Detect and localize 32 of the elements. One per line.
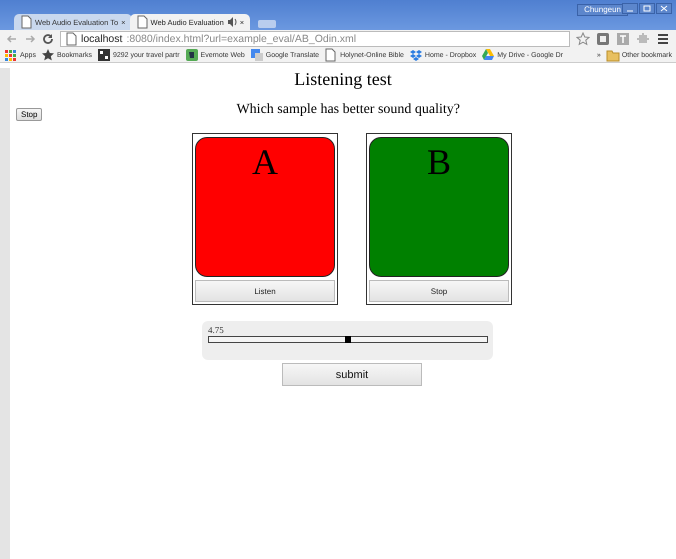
forward-icon bbox=[24, 33, 36, 45]
sample-pad[interactable]: B bbox=[369, 137, 509, 277]
play-button[interactable]: Listen bbox=[195, 280, 335, 302]
page-title: Listening test bbox=[293, 68, 393, 90]
page-icon bbox=[136, 15, 148, 29]
minimize-icon bbox=[622, 3, 638, 14]
puzzle-icon bbox=[636, 32, 650, 46]
rating-slider[interactable] bbox=[208, 336, 488, 343]
menu-icon bbox=[656, 32, 670, 46]
close-icon bbox=[656, 3, 672, 14]
back-icon bbox=[6, 33, 18, 45]
slider-value: 4.75 bbox=[208, 325, 224, 336]
reload-icon bbox=[42, 33, 54, 45]
slider-thumb[interactable] bbox=[345, 336, 351, 343]
question-text: Which sample has better sound quality? bbox=[236, 102, 460, 118]
apps-icon bbox=[4, 48, 18, 62]
profile-name[interactable]: Chungeun bbox=[577, 4, 628, 16]
elephant-icon bbox=[184, 48, 199, 62]
submit-button[interactable]: submit bbox=[282, 363, 422, 386]
page-icon bbox=[20, 15, 32, 29]
drive-icon bbox=[481, 48, 496, 62]
grid-icon bbox=[96, 48, 111, 62]
star-icon bbox=[40, 48, 55, 62]
sample-pad[interactable]: A bbox=[195, 137, 335, 277]
maximize-icon bbox=[639, 3, 655, 14]
star-icon bbox=[576, 32, 590, 46]
play-button[interactable]: Stop bbox=[369, 280, 509, 302]
stop-button[interactable]: Stop bbox=[16, 108, 42, 121]
new-tab-button[interactable] bbox=[258, 20, 276, 28]
page-icon bbox=[65, 32, 77, 46]
extension-icon bbox=[616, 32, 630, 46]
dropbox-icon bbox=[408, 48, 423, 62]
